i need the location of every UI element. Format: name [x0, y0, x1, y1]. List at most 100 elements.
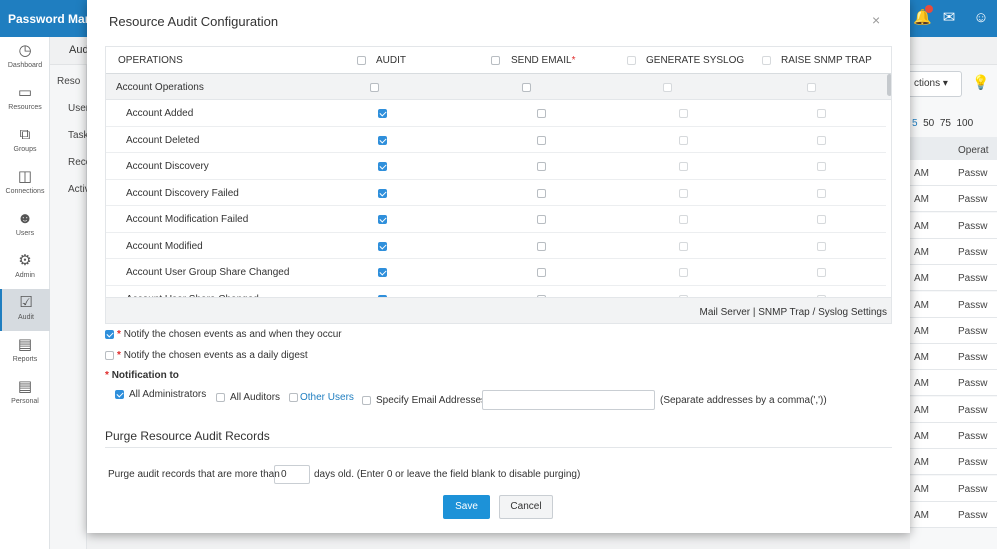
sidebar-item-personal[interactable]: ▤ Personal [0, 373, 50, 415]
raise-snmp-checkbox[interactable] [817, 188, 826, 198]
operation-row: Account Discovery Failed [106, 179, 886, 206]
close-icon[interactable]: × [872, 12, 880, 28]
reports-icon: ▤ [17, 336, 33, 353]
generate-syslog-checkbox[interactable] [679, 109, 688, 118]
group-syslog-checkbox[interactable] [663, 83, 672, 92]
sidebar-item-groups[interactable]: ⧉ Groups [0, 121, 50, 163]
table-row[interactable]: AM Passw [910, 186, 997, 213]
sidebar-item-audit[interactable]: ☑ Audit [0, 289, 50, 331]
page-size-option[interactable]: 75 [940, 118, 951, 129]
syslog-select-all-checkbox[interactable] [627, 56, 636, 65]
table-row[interactable]: AM Passw [910, 344, 997, 371]
table-row[interactable]: AM Passw [910, 291, 997, 318]
purge-days-input[interactable]: 0 [274, 465, 310, 484]
table-row[interactable]: AM Passw [910, 423, 997, 449]
generate-syslog-checkbox[interactable] [679, 215, 688, 224]
other-users-checkbox[interactable] [289, 393, 298, 402]
generate-syslog-checkbox[interactable] [679, 241, 688, 251]
sidebar-item-users[interactable]: ☻ Users [0, 205, 50, 247]
sidebar: ◷ Dashboard ▭ Resources ⧉ Groups ◫ Connectio… [0, 37, 50, 549]
app-brand[interactable]: Password Man [8, 12, 92, 26]
table-row[interactable]: AM Passw [910, 370, 997, 397]
email-addresses-input[interactable] [482, 390, 655, 410]
send-email-checkbox[interactable] [537, 268, 546, 277]
all-administrators-checkbox[interactable] [115, 390, 124, 399]
column-header-operation[interactable]: Operat [958, 145, 989, 156]
mail-snmp-syslog-settings-links[interactable]: Mail Server | SNMP Trap / Syslog Setting… [700, 307, 887, 318]
group-audit-checkbox[interactable] [370, 83, 379, 92]
audit-checkbox[interactable] [378, 215, 387, 224]
generate-syslog-checkbox[interactable] [679, 135, 688, 145]
sidebar-item-resources[interactable]: ▭ Resources [0, 79, 50, 121]
notify-digest-checkbox[interactable] [105, 351, 114, 360]
sidebar-item-dashboard[interactable]: ◷ Dashboard [0, 37, 50, 79]
raise-snmp-checkbox[interactable] [817, 162, 826, 171]
user-profile-icon[interactable]: ☺ [972, 9, 990, 27]
sidebar-item-reports[interactable]: ▤ Reports [0, 331, 50, 373]
operation-row: Account User Group Share Changed [106, 259, 886, 286]
table-row[interactable]: AM Passw [910, 160, 997, 186]
column-header-send-email: SEND EMAIL* [511, 55, 576, 66]
admin-icon: ⚙ [18, 252, 32, 269]
specify-email-checkbox[interactable] [362, 396, 371, 405]
operation-cell: Passw [958, 352, 988, 364]
raise-snmp-checkbox[interactable] [817, 268, 826, 277]
background-header [910, 37, 997, 65]
raise-snmp-checkbox[interactable] [817, 135, 826, 145]
send-email-checkbox[interactable] [537, 162, 546, 171]
page-size-option[interactable]: 100 [957, 118, 974, 129]
table-row[interactable]: AM Passw [910, 501, 997, 528]
table-row[interactable]: AM Passw [910, 449, 997, 476]
audit-checkbox[interactable] [378, 241, 387, 251]
tips-bulb-icon[interactable]: 💡 [972, 74, 989, 91]
audit-checkbox[interactable] [378, 268, 387, 277]
notifications-bell-icon[interactable]: 🔔 [913, 5, 933, 27]
page-size-option[interactable]: 50 [923, 118, 934, 129]
generate-syslog-checkbox[interactable] [679, 188, 688, 198]
all-auditors-checkbox[interactable] [216, 393, 225, 402]
subnav-item-resource[interactable]: Reso [57, 76, 87, 87]
actions-dropdown[interactable]: ctions ▾ [910, 71, 962, 97]
operation-label: Account Deleted [126, 134, 200, 146]
notify-digest-label: * Notify the chosen events as a daily di… [117, 350, 308, 361]
sidebar-item-connections[interactable]: ◫ Connections [0, 163, 50, 205]
audit-checkbox[interactable] [378, 135, 387, 145]
group-email-checkbox[interactable] [522, 83, 531, 92]
audit-heading: Aud [69, 44, 89, 56]
operation-cell: Passw [958, 378, 988, 390]
audit-checkbox[interactable] [378, 162, 387, 171]
raise-snmp-checkbox[interactable] [817, 241, 826, 251]
snmp-select-all-checkbox[interactable] [762, 56, 771, 65]
send-email-checkbox[interactable] [537, 188, 546, 198]
group-snmp-checkbox[interactable] [807, 83, 816, 92]
raise-snmp-checkbox[interactable] [817, 215, 826, 224]
table-row[interactable]: AM Passw [910, 265, 997, 292]
send-email-select-all-checkbox[interactable] [491, 56, 500, 65]
notify-immediate-checkbox[interactable] [105, 330, 114, 339]
generate-syslog-checkbox[interactable] [679, 162, 688, 171]
audit-select-all-checkbox[interactable] [357, 56, 366, 65]
table-row[interactable]: AM Passw [910, 212, 997, 239]
other-users-link[interactable]: Other Users [300, 392, 354, 403]
table-row[interactable]: AM Passw [910, 475, 997, 502]
mail-icon[interactable]: ✉ [940, 9, 958, 27]
operation-cell: Passw [958, 299, 988, 311]
audit-checkbox[interactable] [378, 109, 387, 118]
send-email-checkbox[interactable] [537, 135, 546, 145]
table-scrollbar[interactable] [887, 74, 891, 96]
operation-cell: Passw [958, 431, 988, 442]
send-email-checkbox[interactable] [537, 109, 546, 118]
table-row[interactable]: AM Passw [910, 317, 997, 344]
operation-cell: Passw [958, 404, 988, 416]
raise-snmp-checkbox[interactable] [817, 109, 826, 118]
page-size-option[interactable]: 5 [912, 118, 918, 129]
cancel-button[interactable]: Cancel [499, 495, 553, 519]
send-email-checkbox[interactable] [537, 215, 546, 224]
table-row[interactable]: AM Passw [910, 396, 997, 423]
generate-syslog-checkbox[interactable] [679, 268, 688, 277]
sidebar-item-admin[interactable]: ⚙ Admin [0, 247, 50, 289]
save-button[interactable]: Save [443, 495, 490, 519]
send-email-checkbox[interactable] [537, 241, 546, 251]
audit-checkbox[interactable] [378, 188, 387, 198]
table-row[interactable]: AM Passw [910, 238, 997, 265]
